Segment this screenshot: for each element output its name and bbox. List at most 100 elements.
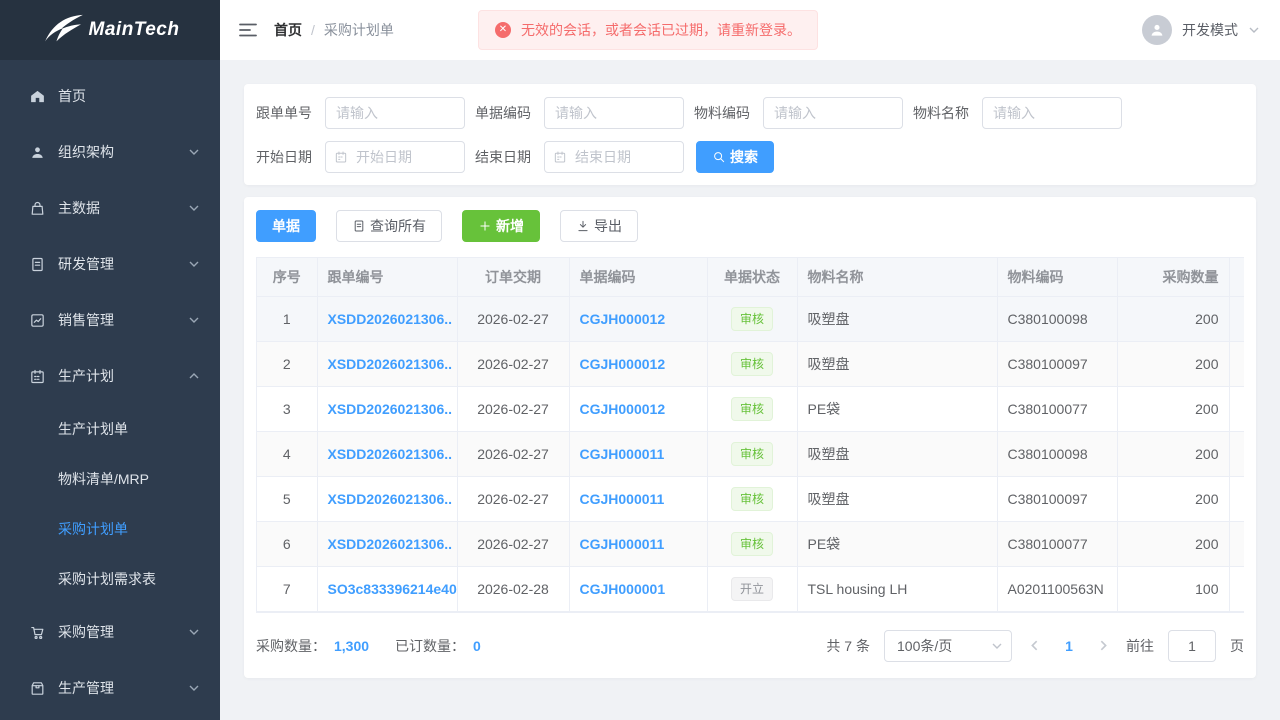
status-badge: 审核 [731,397,773,421]
document-icon [352,219,366,233]
sidebar-item-6[interactable]: 采购管理 [0,604,220,660]
tracking-link[interactable]: XSDD2026021306.. [328,356,453,372]
cell-status: 开立 [707,566,797,611]
purchase-plan-table: 序号跟单编号订单交期单据编码单据状态物料名称物料编码采购数量 1 XSDD202… [256,257,1244,613]
cell-qty: 200 [1117,431,1229,476]
goto-page-input[interactable] [1168,630,1216,662]
cell-tracking: XSDD2026021306.. [317,341,457,386]
search-button[interactable]: 搜索 [696,141,774,173]
cell-date: 2026-02-27 [457,296,569,341]
chart-icon [28,311,46,329]
chevron-down-icon [188,146,200,158]
sidebar-item-2[interactable]: 主数据 [0,180,220,236]
filter-row-1: 跟单单号 单据编码 物料编码 物料名称 [256,97,1244,129]
sidebar-item-label: 首页 [58,86,200,106]
filter-input-1-0[interactable] [325,141,465,173]
cell-code: C380100097 [997,476,1117,521]
filter-label: 跟单单号 [256,103,312,123]
cell-status: 审核 [707,521,797,566]
toolbar-button-0[interactable]: 单据 [256,210,316,242]
sidebar-item-0[interactable]: 首页 [0,68,220,124]
doc-link[interactable]: CGJH000012 [580,401,666,417]
toolbar-button-1[interactable]: 查询所有 [336,210,442,242]
toolbar: 单据 查询所有 新增 导出 [256,210,1244,242]
filter-input-0-0[interactable] [325,97,465,129]
next-page-icon[interactable] [1095,639,1112,652]
doc-link[interactable]: CGJH000001 [580,581,666,597]
menu-fold-icon[interactable] [238,20,258,40]
breadcrumb-home[interactable]: 首页 [274,20,302,40]
cell-seq: 2 [257,341,317,386]
filter-field: 单据编码 [475,97,684,129]
sidebar-item-label: 生产管理 [58,678,188,698]
doc-link[interactable]: CGJH000012 [580,356,666,372]
tracking-link[interactable]: XSDD2026021306.. [328,401,453,417]
cell-tracking: XSDD2026021306.. [317,431,457,476]
toast-message: 无效的会话，或者会话已过期，请重新登录。 [521,20,801,40]
sidebar-subitem-5-1[interactable]: 物料清单/MRP [0,454,220,504]
cell-doc: CGJH000012 [569,386,707,431]
page-size-select[interactable]: 100条/页 [884,630,1012,662]
status-badge: 开立 [731,577,773,601]
sidebar-item-7[interactable]: 生产管理 [0,660,220,716]
tracking-link[interactable]: XSDD2026021306.. [328,446,453,462]
session-error-toast: ✕ 无效的会话，或者会话已过期，请重新登录。 [478,10,818,50]
sidebar-subitem-5-2[interactable]: 采购计划单 [0,504,220,554]
status-badge: 审核 [731,307,773,331]
tracking-link[interactable]: SO3c833396214e40 [328,581,457,597]
prev-page-icon[interactable] [1026,639,1043,652]
cell-code: C380100077 [997,521,1117,566]
filter-input-1-1[interactable] [544,141,684,173]
cell-extra [1229,476,1244,521]
cell-qty: 200 [1117,476,1229,521]
cell-doc: CGJH000011 [569,476,707,521]
pagination-total: 共 7 条 [826,636,870,656]
sidebar-subitem-5-3[interactable]: 采购计划需求表 [0,554,220,604]
sidebar-item-4[interactable]: 销售管理 [0,292,220,348]
cell-qty: 200 [1117,296,1229,341]
table-row: 6 XSDD2026021306.. 2026-02-27 CGJH000011… [257,521,1244,566]
status-badge: 审核 [731,442,773,466]
sidebar-subitem-5-0[interactable]: 生产计划单 [0,404,220,454]
doc-link[interactable]: CGJH000012 [580,311,666,327]
page-number[interactable]: 1 [1057,638,1081,654]
filter-input-0-1[interactable] [544,97,684,129]
doc-link[interactable]: CGJH000011 [580,536,665,552]
doc-link[interactable]: CGJH000011 [580,491,665,507]
cell-material: PE袋 [797,386,997,431]
column-header: 序号 [257,258,317,296]
column-header: 采购数量 [1117,258,1229,296]
cell-doc: CGJH000011 [569,431,707,476]
cell-date: 2026-02-27 [457,431,569,476]
cell-seq: 7 [257,566,317,611]
breadcrumb-separator: / [311,22,315,38]
cell-material: TSL housing LH [797,566,997,611]
cell-tracking: XSDD2026021306.. [317,296,457,341]
cell-code: C380100077 [997,386,1117,431]
filter-input-0-3[interactable] [982,97,1122,129]
cell-extra [1229,296,1244,341]
ordered-qty-value: 0 [473,638,481,654]
tracking-link[interactable]: XSDD2026021306.. [328,491,453,507]
cell-material: 吸塑盘 [797,431,997,476]
cell-date: 2026-02-27 [457,341,569,386]
breadcrumb-current: 采购计划单 [324,20,394,40]
filter-label: 单据编码 [475,103,531,123]
cell-tracking: XSDD2026021306.. [317,476,457,521]
tracking-link[interactable]: XSDD2026021306.. [328,311,453,327]
toolbar-button-2[interactable]: 新增 [462,210,540,242]
sidebar-item-label: 销售管理 [58,310,188,330]
table-row: 1 XSDD2026021306.. 2026-02-27 CGJH000012… [257,296,1244,341]
tracking-link[interactable]: XSDD2026021306.. [328,536,453,552]
sidebar-item-5[interactable]: 生产计划 [0,348,220,404]
user-menu[interactable]: 开发模式 [1142,15,1260,45]
filter-input-0-2[interactable] [763,97,903,129]
filter-label: 开始日期 [256,147,312,167]
cell-tracking: SO3c833396214e40 [317,566,457,611]
sidebar-item-1[interactable]: 组织架构 [0,124,220,180]
toolbar-button-3[interactable]: 导出 [560,210,638,242]
cell-extra [1229,566,1244,611]
cell-tracking: XSDD2026021306.. [317,386,457,431]
sidebar-item-3[interactable]: 研发管理 [0,236,220,292]
doc-link[interactable]: CGJH000011 [580,446,665,462]
